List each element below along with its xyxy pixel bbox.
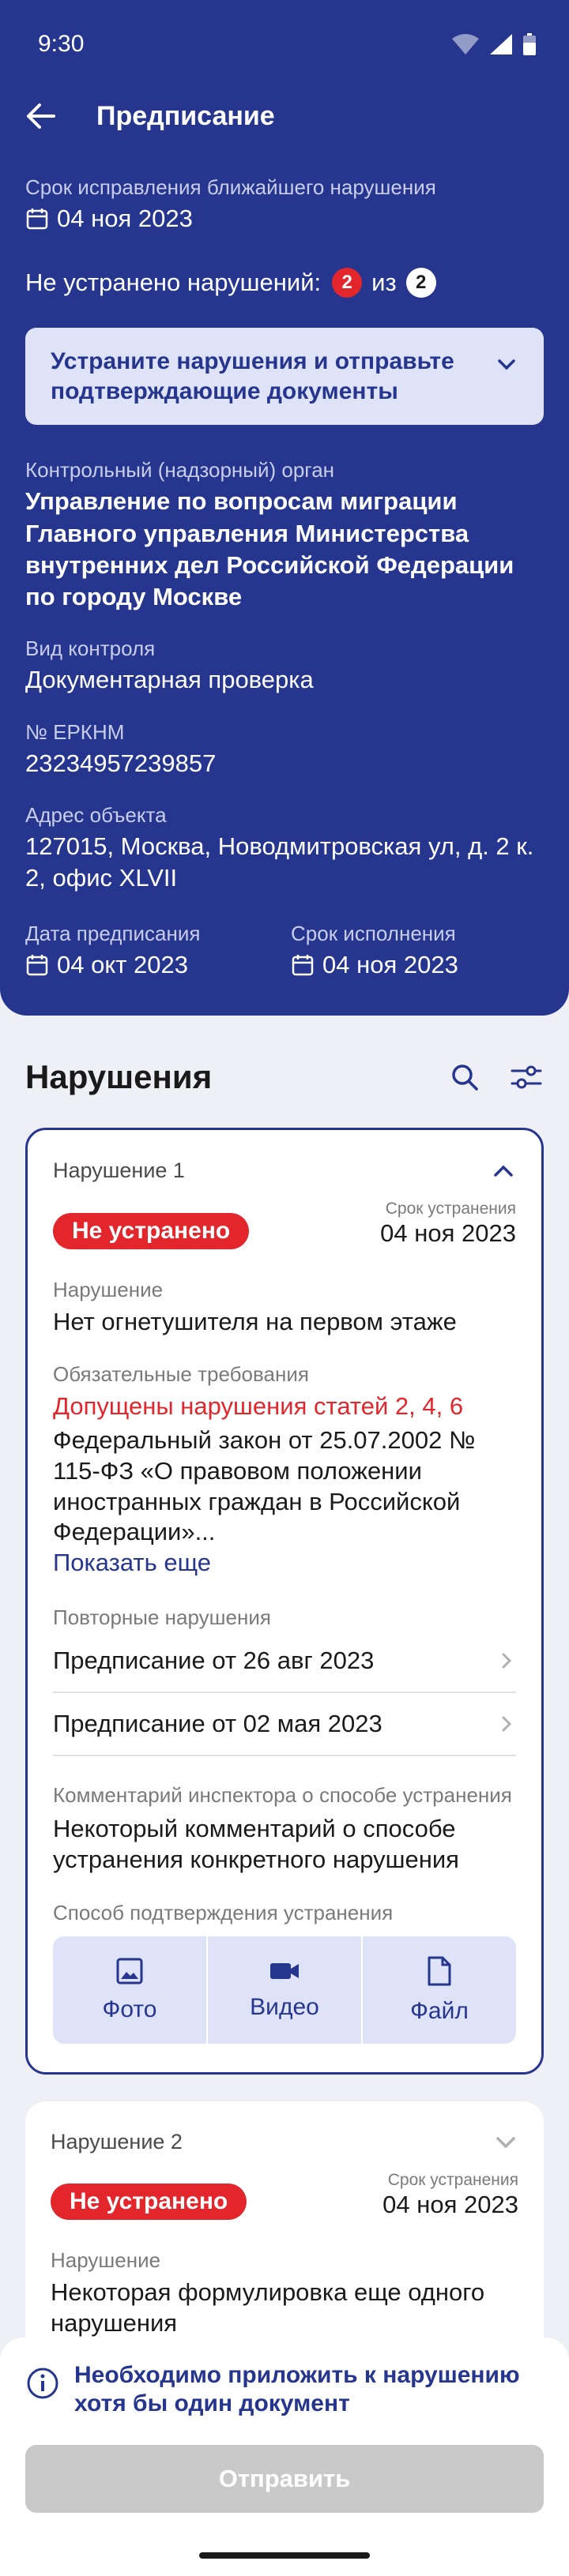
unresolved-count-badge: 2 — [332, 268, 363, 299]
submit-button[interactable]: Отправить — [25, 2445, 544, 2513]
attachment-notice-text: Необходимо приложить к нарушению хотя бы… — [74, 2362, 520, 2416]
action-alert[interactable]: Устраните нарушения и отправьте подтверж… — [25, 328, 544, 426]
violation-card-title: Нарушение 2 — [51, 2130, 183, 2154]
requirements-alert: Допущены нарушения статей 2, 4, 6 — [53, 1392, 464, 1421]
deadline-label: Срок устранения — [385, 1199, 516, 1218]
show-more-link[interactable]: Показать еще — [53, 1548, 516, 1579]
file-button[interactable]: Файл — [361, 1936, 516, 2044]
file-icon — [428, 1956, 451, 1986]
video-camera-icon — [270, 1962, 299, 1979]
violation-label: Нарушение — [51, 2248, 161, 2273]
due-date-value: 04 ноя 2023 — [322, 950, 458, 978]
chevron-right-icon — [502, 1653, 512, 1669]
unresolved-counter: Не устранено нарушений: 2 из 2 — [25, 268, 544, 299]
requirements-text: Федеральный закон от 25.07.2002 № 115-ФЗ… — [53, 1426, 476, 1546]
violation-card-1: Нарушение 1 Не устранено Срок устранения… — [25, 1127, 544, 2075]
due-date-label: Срок исполнения — [291, 921, 456, 945]
chevron-down-icon[interactable] — [493, 2130, 518, 2155]
info-icon — [27, 2368, 58, 2399]
home-indicator — [199, 2552, 370, 2559]
deadline-value: 04 ноя 2023 — [382, 2190, 518, 2218]
calendar-icon — [291, 953, 315, 977]
deadline-value: 04 ноя 2023 — [380, 1219, 516, 1247]
issue-date-value: 04 окт 2023 — [57, 950, 189, 978]
photo-button[interactable]: Фото — [53, 1936, 206, 2044]
violation-value: Нет огнетушителя на первом этаже — [53, 1307, 457, 1335]
requirements-label: Обязательные требования — [53, 1362, 309, 1387]
calendar-icon — [25, 207, 49, 231]
status-badge: Не устранено — [51, 2184, 247, 2221]
erknm-label: № ЕРКНМ — [25, 719, 125, 744]
address-label: Адрес объекта — [25, 803, 167, 828]
action-alert-text: Устраните нарушения и отправьте подтверж… — [51, 348, 454, 404]
violation-label: Нарушение — [53, 1277, 164, 1301]
video-label: Видео — [250, 1993, 319, 2020]
chevron-right-icon — [502, 1716, 512, 1732]
erknm-value: 23234957239857 — [25, 749, 217, 777]
search-icon[interactable] — [449, 1061, 480, 1093]
violation-value: Некоторая формулировка еще одного наруше… — [51, 2278, 485, 2338]
control-type-value: Документарная проверка — [25, 666, 314, 694]
repeat-violation-text: Предписание от 02 мая 2023 — [53, 1709, 382, 1737]
prescription-header: 9:30 Предписание Срок исправления ближай… — [0, 0, 569, 1016]
top-app-bar: Предписание — [0, 88, 569, 144]
file-label: Файл — [410, 1997, 469, 2024]
video-button[interactable]: Видео — [206, 1936, 361, 2044]
chevron-up-icon[interactable] — [491, 1158, 516, 1184]
violations-section-header: Нарушения — [0, 1053, 569, 1101]
nearest-deadline-label: Срок исправления ближайшего нарушения — [25, 175, 436, 199]
status-bar: 9:30 — [0, 0, 569, 88]
filter-icon[interactable] — [509, 1061, 544, 1093]
status-time: 9:30 — [38, 31, 85, 57]
unresolved-label: Не устранено нарушений: — [25, 268, 322, 297]
calendar-icon — [25, 953, 49, 977]
repeat-violations-label: Повторные нарушения — [53, 1605, 271, 1629]
status-icons — [452, 33, 536, 55]
confirm-methods: Фото Видео Файл — [53, 1936, 516, 2044]
image-icon — [116, 1958, 143, 1985]
unresolved-of-label: из — [371, 268, 397, 297]
authority-value: Управление по вопросам миграции Главного… — [25, 487, 514, 611]
attachment-notice: Необходимо приложить к нарушению хотя бы… — [25, 2361, 544, 2418]
comment-value: Некоторый комментарий о способе устранен… — [53, 1815, 459, 1873]
wifi-icon — [452, 34, 479, 54]
violation-card-title: Нарушение 1 — [53, 1158, 185, 1183]
total-count-badge: 2 — [405, 268, 436, 299]
signal-icon — [490, 34, 512, 54]
authority-label: Контрольный (надзорный) орган — [25, 458, 335, 483]
control-type-label: Вид контроля — [25, 636, 156, 661]
issue-date-label: Дата предписания — [25, 921, 201, 945]
address-value: 127015, Москва, Новодмитровская ул, д. 2… — [25, 832, 534, 892]
photo-label: Фото — [102, 1996, 157, 2022]
repeat-violation-text: Предписание от 26 авг 2023 — [53, 1646, 375, 1674]
deadline-label: Срок устранения — [387, 2170, 518, 2189]
chevron-down-icon — [498, 359, 515, 370]
nearest-deadline-value: 04 ноя 2023 — [57, 205, 193, 232]
status-badge: Не устранено — [53, 1212, 250, 1249]
battery-icon — [523, 33, 536, 55]
back-arrow-icon[interactable] — [25, 97, 63, 135]
comment-label: Комментарий инспектора о способе устране… — [53, 1782, 512, 1807]
repeat-violation-item[interactable]: Предписание от 26 авг 2023 — [53, 1630, 516, 1693]
violations-title: Нарушения — [25, 1057, 213, 1095]
violation-card-2[interactable]: Нарушение 2 Не устранено Срок устранения… — [25, 2101, 544, 2368]
page-title: Предписание — [96, 100, 275, 131]
repeat-violation-item[interactable]: Предписание от 02 мая 2023 — [53, 1693, 516, 1756]
confirm-method-label: Способ подтверждения устранения — [53, 1900, 394, 1924]
bottom-action-panel: Необходимо приложить к нарушению хотя бы… — [0, 2338, 569, 2576]
